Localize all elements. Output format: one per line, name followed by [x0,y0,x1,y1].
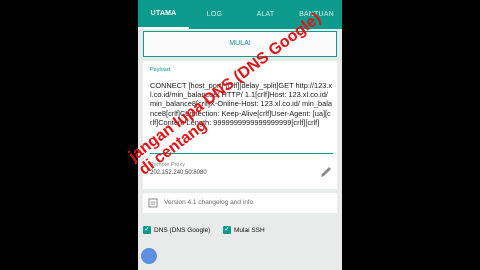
tab-utama[interactable]: UTAMA [138,0,189,29]
ssh-checkbox-icon[interactable]: ✓ [223,226,231,234]
edit-pencil-icon[interactable] [319,165,333,179]
dns-option-label: DNS (DNS Google) [154,226,211,234]
changelog-row[interactable]: Version 4.1 changelog and info [143,193,337,213]
dns-google-option[interactable]: ✓ DNS (DNS Google) [143,226,210,234]
ssh-option-label: Mulai SSH [234,226,265,234]
dns-checkbox-icon[interactable]: ✓ [143,226,151,234]
changelog-text: Version 4.1 changelog and info [164,199,254,206]
document-icon [148,198,158,208]
payload-label: Payload [150,67,170,73]
floating-action-button[interactable] [141,248,157,264]
ssh-option[interactable]: ✓ Mulai SSH [223,226,265,234]
options-area: ✓ DNS (DNS Google) ✓ Mulai SSH [138,216,342,270]
tab-alat[interactable]: ALAT [240,0,291,29]
tab-log[interactable]: LOG [189,0,240,29]
proxy-input[interactable]: 202.152.240.50:8080 [150,170,207,176]
